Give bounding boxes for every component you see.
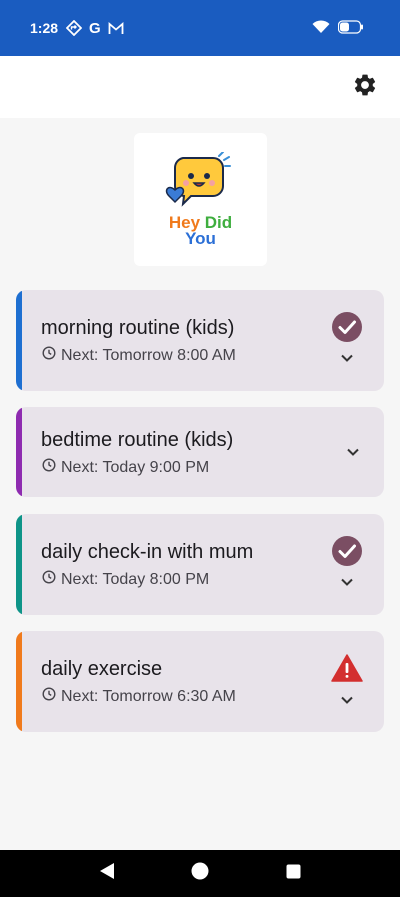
expand-button[interactable] xyxy=(337,691,357,711)
routine-title: bedtime routine (kids) xyxy=(41,429,234,451)
routine-card[interactable]: daily check-in with mum Next: Today 8:00… xyxy=(16,514,384,615)
routine-next: Next: Tomorrow 6:30 AM xyxy=(42,687,236,706)
system-nav-bar xyxy=(0,850,400,897)
routine-title: daily check-in with mum xyxy=(41,541,254,563)
check-circle-icon xyxy=(331,535,363,567)
clock-icon xyxy=(42,458,56,477)
routine-next-text: Next: Today 9:00 PM xyxy=(61,458,210,476)
battery-icon xyxy=(337,19,364,37)
routine-next: Next: Today 8:00 PM xyxy=(42,570,209,589)
routine-title: daily exercise xyxy=(41,658,163,680)
back-icon xyxy=(99,862,115,885)
gear-icon xyxy=(352,72,378,103)
clock-icon xyxy=(42,687,56,706)
nav-back-button[interactable] xyxy=(92,859,122,889)
routine-next-text: Next: Tomorrow 6:30 AM xyxy=(61,687,236,705)
status-bar: 1:28 G xyxy=(0,0,400,56)
wifi-icon xyxy=(312,19,330,37)
status-time: 1:28 xyxy=(30,20,59,36)
chat-bubble-mascot-icon xyxy=(161,151,241,215)
recents-icon xyxy=(286,864,301,884)
routine-card[interactable]: morning routine (kids) Next: Tomorrow 8:… xyxy=(16,290,384,391)
routine-next-text: Next: Tomorrow 8:00 AM xyxy=(61,346,236,364)
card-accent xyxy=(16,407,22,497)
warning-icon xyxy=(331,652,363,684)
routine-next: Next: Tomorrow 8:00 AM xyxy=(42,346,236,365)
chevron-down-icon xyxy=(340,350,354,368)
card-accent xyxy=(16,514,22,615)
nav-recents-button[interactable] xyxy=(278,859,308,889)
chevron-down-icon xyxy=(340,692,354,710)
card-accent xyxy=(16,290,22,391)
routine-next: Next: Today 9:00 PM xyxy=(42,458,209,477)
expand-button[interactable] xyxy=(337,349,357,369)
chevron-down-icon xyxy=(346,444,360,462)
card-accent xyxy=(16,631,22,732)
location-diamond-icon xyxy=(66,20,83,36)
app-bar xyxy=(0,56,400,118)
gmail-icon xyxy=(108,21,124,35)
chevron-down-icon xyxy=(340,574,354,592)
google-g-icon: G xyxy=(89,19,101,37)
clock-icon xyxy=(42,346,56,365)
routine-card[interactable]: bedtime routine (kids) Next: Today 9:00 … xyxy=(16,407,384,497)
expand-button[interactable] xyxy=(337,573,357,593)
logo-word-you: You xyxy=(185,229,216,248)
routine-title: morning routine (kids) xyxy=(41,317,235,339)
clock-icon xyxy=(42,570,56,589)
settings-button[interactable] xyxy=(350,72,380,102)
nav-home-button[interactable] xyxy=(185,859,215,889)
routine-card[interactable]: daily exercise Next: Tomorrow 6:30 AM xyxy=(16,631,384,732)
routine-next-text: Next: Today 8:00 PM xyxy=(61,570,210,588)
logo-wordmark: Hey Did You xyxy=(169,214,232,248)
home-icon xyxy=(191,862,209,885)
app-logo: Hey Did You xyxy=(134,133,267,266)
check-circle-icon xyxy=(331,311,363,343)
expand-button[interactable] xyxy=(343,443,363,463)
